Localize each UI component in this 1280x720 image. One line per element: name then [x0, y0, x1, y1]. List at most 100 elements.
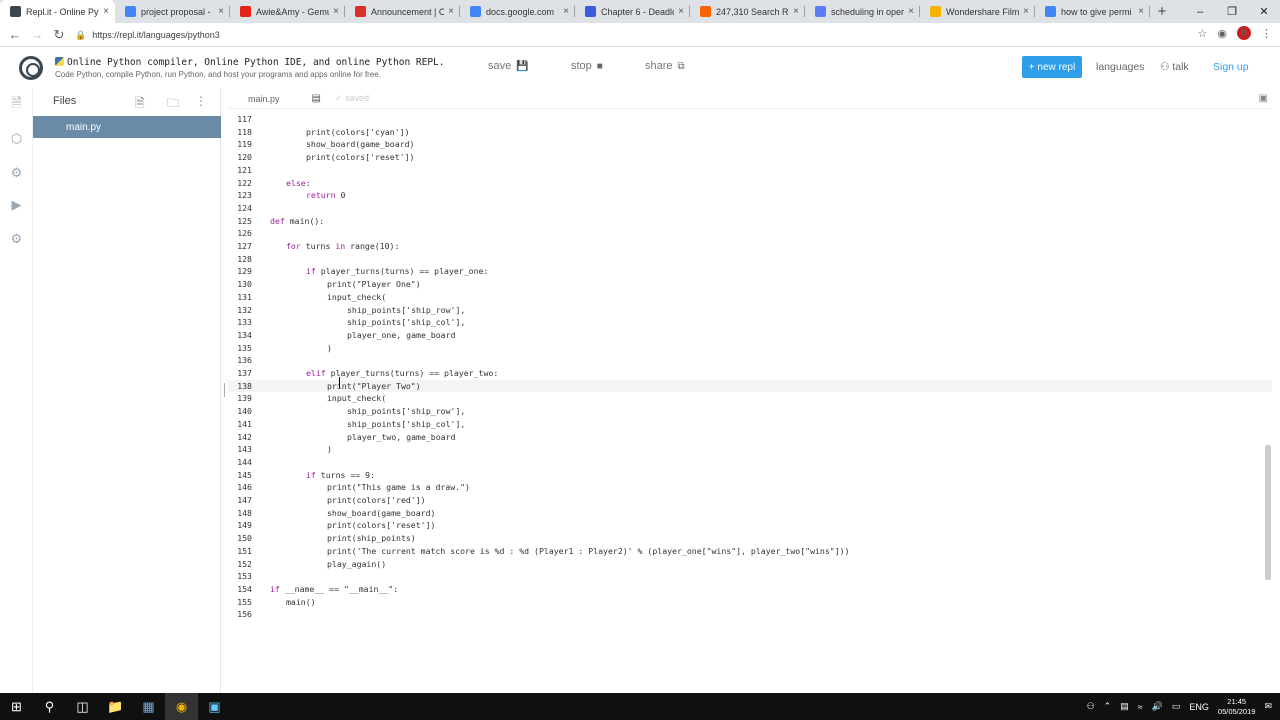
- close-tab-icon[interactable]: ×: [1138, 6, 1144, 17]
- chevron-up-icon[interactable]: ⌃: [1104, 701, 1112, 712]
- wifi-icon[interactable]: ≈: [1138, 702, 1143, 712]
- code-line[interactable]: 142 player_two, game_board: [228, 431, 1272, 444]
- code-line[interactable]: 135): [228, 342, 1272, 355]
- code-line[interactable]: 143): [228, 443, 1272, 456]
- browser-tab[interactable]: project proposal - ×: [115, 0, 230, 23]
- code-line[interactable]: 137 elif player_turns(turns) == player_tw…: [228, 367, 1272, 380]
- code-line[interactable]: 140 ship_points['ship_row'],: [228, 405, 1272, 418]
- code-line[interactable]: 123 return 0: [228, 189, 1272, 202]
- close-tab-icon[interactable]: ×: [333, 6, 339, 17]
- files-icon[interactable]: 🗎: [9, 95, 24, 112]
- code-line[interactable]: 131 input_check(: [228, 291, 1272, 304]
- minimize-icon[interactable]: –: [1184, 0, 1216, 23]
- chrome-icon[interactable]: ◉: [165, 693, 198, 720]
- code-line[interactable]: 136: [228, 354, 1272, 367]
- code-line[interactable]: 156: [228, 608, 1272, 621]
- close-tab-icon[interactable]: ×: [103, 6, 109, 17]
- languages-link[interactable]: languages: [1096, 61, 1144, 73]
- code-line[interactable]: 139 input_check(: [228, 392, 1272, 405]
- code-line[interactable]: 128: [228, 253, 1272, 266]
- close-tab-icon[interactable]: ×: [678, 6, 684, 17]
- close-tab-icon[interactable]: ×: [1023, 6, 1029, 17]
- bookmark-star-icon[interactable]: ☆: [1198, 27, 1208, 40]
- share-nodes-icon[interactable]: ⚙: [9, 165, 24, 180]
- code-line[interactable]: 133 ship_points['ship_col'],: [228, 316, 1272, 329]
- browser-tab[interactable]: how to give permi ×: [1035, 0, 1150, 23]
- reload-icon[interactable]: ↻: [48, 24, 70, 46]
- share-button[interactable]: share ⧉: [645, 60, 685, 72]
- add-file-icon[interactable]: 🗎: [135, 94, 145, 115]
- code-line[interactable]: 120 print(colors['reset']): [228, 151, 1272, 164]
- close-tab-icon[interactable]: ×: [448, 6, 454, 17]
- code-line[interactable]: 152 play_again(): [228, 558, 1272, 571]
- code-line[interactable]: 117: [228, 113, 1272, 126]
- browser-tab[interactable]: Wondershare Filmo ×: [920, 0, 1035, 23]
- code-line[interactable]: 144: [228, 456, 1272, 469]
- notifications-icon[interactable]: ✉: [1264, 701, 1272, 712]
- more-options-icon[interactable]: ⋮: [195, 94, 207, 108]
- code-line[interactable]: 118 print(colors['cyan']): [228, 126, 1272, 139]
- menu-dots-icon[interactable]: ⋮: [1261, 27, 1272, 40]
- search-icon[interactable]: ⚲: [33, 693, 66, 720]
- code-line[interactable]: 145 if turns == 9:: [228, 469, 1272, 482]
- profile-avatar[interactable]: h: [1237, 26, 1251, 40]
- code-line[interactable]: 121: [228, 164, 1272, 177]
- browser-tab[interactable]: scheduling in opera ×: [805, 0, 920, 23]
- code-line[interactable]: 151 print('The current match score is %d …: [228, 545, 1272, 558]
- volume-icon[interactable]: 🔊: [1152, 701, 1163, 712]
- code-line[interactable]: 134 player_one, game_board: [228, 329, 1272, 342]
- browser-tab[interactable]: Repl.it - Online Pyth ×: [0, 0, 115, 23]
- network-icon[interactable]: ▤: [1120, 701, 1129, 712]
- new-repl-button[interactable]: + new repl: [1022, 56, 1082, 78]
- app-icon[interactable]: ▦: [132, 693, 165, 720]
- code-line[interactable]: 148 show_board(game_board): [228, 507, 1272, 520]
- code-line[interactable]: 146 print("This game is a draw."): [228, 481, 1272, 494]
- browser-tab[interactable]: docs.google.com ×: [460, 0, 575, 23]
- task-view-icon[interactable]: ◫: [66, 693, 99, 720]
- add-folder-icon[interactable]: 🗀: [167, 94, 179, 115]
- language-indicator[interactable]: ENG: [1189, 702, 1209, 712]
- code-line[interactable]: 122 else:: [228, 177, 1272, 190]
- close-tab-icon[interactable]: ×: [563, 6, 569, 17]
- new-tab-button[interactable]: +: [1150, 0, 1174, 23]
- code-line[interactable]: 153: [228, 570, 1272, 583]
- code-line[interactable]: 126: [228, 227, 1272, 240]
- format-icon[interactable]: ▤: [312, 93, 321, 104]
- code-line[interactable]: 124: [228, 202, 1272, 215]
- browser-tab[interactable]: 247,310 Search Re ×: [690, 0, 805, 23]
- talk-link[interactable]: ⚇ talk: [1160, 61, 1189, 73]
- code-line[interactable]: 138 print("Player Two"): [228, 379, 1272, 393]
- code-line[interactable]: 141 ship_points['ship_col'],: [228, 418, 1272, 431]
- browser-tab[interactable]: Announcement | Cl ×: [345, 0, 460, 23]
- code-line[interactable]: 132 ship_points['ship_row'],: [228, 304, 1272, 317]
- panel-resize-handle[interactable]: [224, 383, 225, 397]
- code-line[interactable]: 127 for turns in range(10):: [228, 240, 1272, 253]
- close-tab-icon[interactable]: ×: [793, 6, 799, 17]
- camera-icon[interactable]: ◉: [1217, 27, 1227, 40]
- debugger-icon[interactable]: ▶: [9, 197, 24, 212]
- back-icon[interactable]: ←: [4, 24, 26, 46]
- browser-tab[interactable]: Chapter 6 - Deadlo ×: [575, 0, 690, 23]
- people-tray-icon[interactable]: ⚇: [1087, 701, 1095, 712]
- code-line[interactable]: 119 show_board(game_board): [228, 138, 1272, 151]
- code-editor[interactable]: main.py ▤ ✓ saved ▣ 117 118 print(colors['…: [228, 89, 1272, 693]
- signup-link[interactable]: Sign up: [1213, 61, 1249, 73]
- editor-scrollbar[interactable]: [1265, 445, 1271, 580]
- address-bar[interactable]: 🔒 https://repl.it/languages/python3: [75, 26, 1175, 44]
- code-line[interactable]: 147 print(colors['red']): [228, 494, 1272, 507]
- editor-tab-main-py[interactable]: main.py: [248, 94, 280, 104]
- code-line[interactable]: 154 if __name__ == "__main__":: [228, 583, 1272, 596]
- file-item-main-py[interactable]: main.py: [33, 116, 221, 138]
- code-line[interactable]: 130 print("Player One"): [228, 278, 1272, 291]
- file-explorer-icon[interactable]: 📁: [99, 693, 132, 720]
- expand-icon[interactable]: ▣: [1259, 93, 1268, 104]
- close-tab-icon[interactable]: ×: [218, 6, 224, 17]
- code-line[interactable]: 155 main(): [228, 596, 1272, 609]
- browser-tab[interactable]: Awie&Amy - Gemu ×: [230, 0, 345, 23]
- battery-icon[interactable]: ▭: [1172, 701, 1181, 712]
- code-line[interactable]: 150 print(ship_points): [228, 532, 1272, 545]
- stop-button[interactable]: stop ■: [571, 60, 603, 72]
- code-line[interactable]: 129 if player_turns(turns) == player_one:: [228, 265, 1272, 278]
- restore-icon[interactable]: ❐: [1216, 0, 1248, 23]
- close-window-icon[interactable]: ✕: [1248, 0, 1280, 23]
